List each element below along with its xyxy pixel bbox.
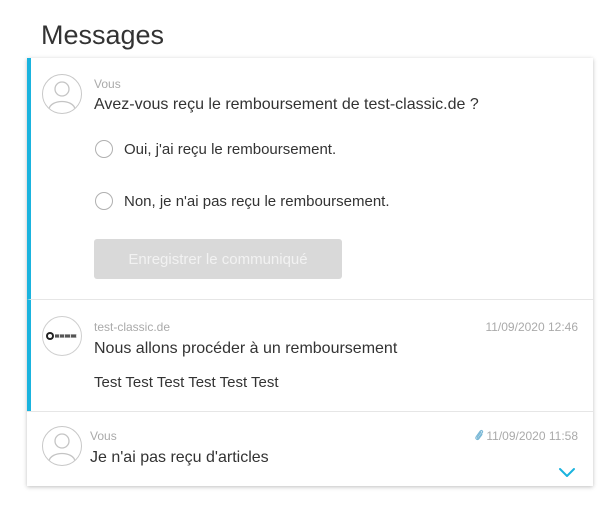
- radio-label: Oui, j'ai reçu le remboursement.: [124, 140, 337, 158]
- paperclip-icon: [474, 429, 484, 444]
- message-date: 11/09/2020 11:58: [486, 429, 578, 443]
- message-subject: Avez-vous reçu le remboursement de test-…: [94, 96, 479, 113]
- message-subject: Je n'ai pas reçu d'articles: [90, 449, 269, 466]
- message-item: Vous Avez-vous reçu le remboursement de …: [27, 58, 593, 299]
- radio-label: Non, je n'ai pas reçu le remboursement.: [124, 192, 390, 210]
- radio-button[interactable]: [95, 140, 113, 158]
- save-statement-button[interactable]: Enregistrer le communiqué: [94, 239, 342, 279]
- message-item[interactable]: Vous 11/09/2020 11:58 Je n'ai pas reçu d…: [27, 411, 593, 486]
- message-body: Test Test Test Test Test Test: [94, 374, 279, 391]
- message-subject: Nous allons procéder à un remboursement: [94, 340, 398, 357]
- message-sender: Vous: [90, 429, 117, 443]
- user-avatar-icon: [42, 426, 82, 466]
- radio-option-no[interactable]: Non, je n'ai pas reçu le remboursement.: [95, 192, 390, 210]
- message-item[interactable]: test-classic.de 11/09/2020 12:46 Nous al…: [27, 299, 593, 411]
- page-title: Messages: [41, 20, 165, 50]
- message-sender: Vous: [94, 77, 121, 91]
- message-date: 11/09/2020 12:46: [485, 320, 578, 334]
- radio-option-yes[interactable]: Oui, j'ai reçu le remboursement.: [95, 140, 336, 158]
- radio-button[interactable]: [95, 192, 113, 210]
- merchant-logo: [42, 316, 82, 356]
- messages-card: Vous Avez-vous reçu le remboursement de …: [27, 58, 593, 486]
- user-avatar-icon: [42, 74, 82, 114]
- message-sender: test-classic.de: [94, 320, 171, 334]
- message-date-wrapper: 11/09/2020 11:58: [474, 429, 578, 444]
- chevron-down-icon[interactable]: [558, 466, 576, 478]
